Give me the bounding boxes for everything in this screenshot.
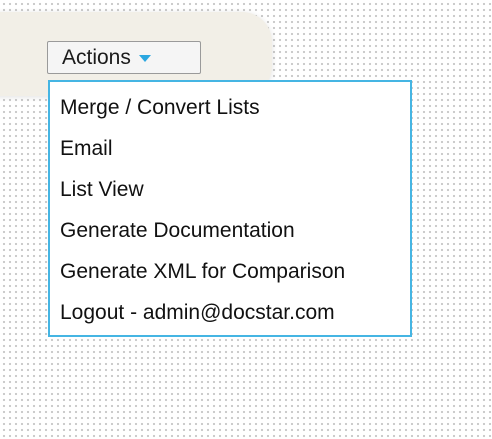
menu-item-list-view[interactable]: List View (50, 169, 410, 210)
actions-button-label: Actions (62, 45, 131, 69)
menu-item-logout[interactable]: Logout - admin@docstar.com (50, 292, 410, 333)
menu-item-email[interactable]: Email (50, 128, 410, 169)
caret-down-icon (138, 55, 151, 62)
actions-dropdown-button[interactable]: Actions (47, 41, 201, 74)
menu-item-merge-convert-lists[interactable]: Merge / Convert Lists (50, 87, 410, 128)
actions-dropdown-menu: Merge / Convert Lists Email List View Ge… (48, 80, 412, 337)
menu-item-generate-xml-for-comparison[interactable]: Generate XML for Comparison (50, 251, 410, 292)
menu-item-generate-documentation[interactable]: Generate Documentation (50, 210, 410, 251)
